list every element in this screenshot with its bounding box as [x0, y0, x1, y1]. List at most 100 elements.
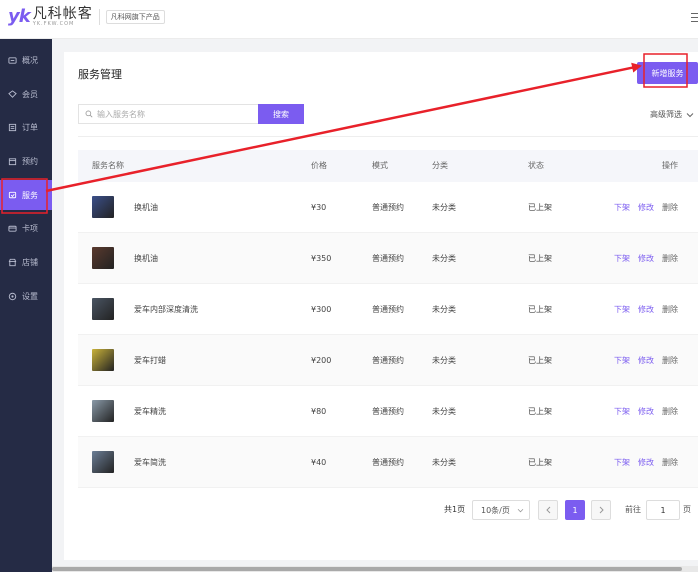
order-icon — [8, 123, 17, 132]
chevron-down-icon — [517, 508, 524, 512]
sidebar-item-cards[interactable]: 卡项 — [0, 213, 52, 243]
table-row: 爱车简洗 ¥40 普通预约 未分类 已上架 下架 修改 删除 — [78, 437, 698, 488]
divider — [78, 136, 698, 137]
service-thumbnail — [92, 247, 114, 269]
card-icon — [8, 224, 17, 233]
service-thumbnail — [92, 349, 114, 371]
delete-button[interactable]: 删除 — [662, 284, 678, 335]
price-cell: ¥300 — [311, 305, 332, 314]
table-row: 换机油 ¥30 普通预约 未分类 已上架 下架 修改 删除 — [78, 182, 698, 233]
category-cell: 未分类 — [432, 305, 456, 314]
unlist-button[interactable]: 下架 — [614, 386, 630, 437]
top-header: yk 凡科帐客 YK.FKW.COM 凡科网旗下产品 — [0, 0, 698, 39]
service-name-cell: 换机油 — [134, 254, 158, 263]
edit-button[interactable]: 修改 — [638, 284, 654, 335]
service-name-cell: 爱车精洗 — [134, 407, 166, 416]
sidebar-item-label: 卡项 — [22, 223, 38, 233]
advanced-filter-toggle[interactable]: 高级筛选 — [650, 109, 694, 120]
search-input[interactable] — [97, 109, 257, 119]
sidebar-item-settings[interactable]: 设置 — [0, 281, 52, 311]
dashboard-icon — [8, 56, 17, 65]
sidebar-item-orders[interactable]: 订单 — [0, 112, 52, 142]
hamburger-menu-icon[interactable] — [691, 13, 698, 25]
status-cell: 已上架 — [528, 458, 552, 467]
chevron-down-icon — [686, 112, 694, 117]
table-row: 爱车精洗 ¥80 普通预约 未分类 已上架 下架 修改 删除 — [78, 386, 698, 437]
sidebar-item-label: 概况 — [22, 55, 38, 65]
sidebar-item-members[interactable]: 会员 — [0, 79, 52, 109]
shop-icon — [8, 258, 17, 267]
unlist-button[interactable]: 下架 — [614, 437, 630, 488]
goto-label: 前往 — [625, 505, 641, 514]
price-cell: ¥80 — [311, 407, 327, 416]
table-row: 爱车内部深度清洗 ¥300 普通预约 未分类 已上架 下架 修改 删除 — [78, 284, 698, 335]
booking-icon — [8, 157, 17, 166]
status-cell: 已上架 — [528, 203, 552, 212]
delete-button[interactable]: 删除 — [662, 335, 678, 386]
price-cell: ¥200 — [311, 356, 332, 365]
search-button[interactable]: 搜索 — [258, 104, 304, 124]
sidebar-item-label: 预约 — [22, 156, 38, 166]
logo-mark: yk — [8, 6, 31, 27]
add-service-button[interactable]: 新增服务 — [637, 62, 698, 84]
prev-page-button[interactable] — [538, 500, 558, 520]
sidebar-item-services[interactable]: 服务 — [0, 180, 52, 210]
main-panel: 服务管理 新增服务 搜索 高级筛选 服务名称 价格 模式 分类 状态 操作 换机… — [64, 52, 698, 560]
product-tag: 凡科网旗下产品 — [105, 10, 165, 24]
service-thumbnail — [92, 451, 114, 473]
edit-button[interactable]: 修改 — [638, 386, 654, 437]
advanced-filter-label: 高级筛选 — [650, 110, 682, 119]
sidebar-item-label: 订单 — [22, 122, 38, 132]
service-name-cell: 爱车打蜡 — [134, 356, 166, 365]
pagination-total: 共1页 — [444, 505, 466, 514]
search-box — [78, 104, 258, 124]
delete-button[interactable]: 删除 — [662, 437, 678, 488]
category-cell: 未分类 — [432, 203, 456, 212]
table-row: 爱车打蜡 ¥200 普通预约 未分类 已上架 下架 修改 删除 — [78, 335, 698, 386]
sidebar-item-booking[interactable]: 预约 — [0, 146, 52, 176]
delete-button[interactable]: 删除 — [662, 386, 678, 437]
goto-page-input[interactable] — [646, 500, 680, 520]
status-cell: 已上架 — [528, 356, 552, 365]
service-thumbnail — [92, 196, 114, 218]
status-cell: 已上架 — [528, 305, 552, 314]
category-cell: 未分类 — [432, 407, 456, 416]
logo-text: 凡科帐客 YK.FKW.COM — [33, 7, 93, 28]
edit-button[interactable]: 修改 — [638, 182, 654, 233]
edit-button[interactable]: 修改 — [638, 233, 654, 284]
service-icon — [8, 191, 17, 200]
sidebar-item-label: 设置 — [22, 291, 38, 301]
chevron-left-icon — [545, 506, 550, 514]
unlist-button[interactable]: 下架 — [614, 335, 630, 386]
logo[interactable]: yk 凡科帐客 YK.FKW.COM 凡科网旗下产品 — [8, 7, 165, 31]
header-mode: 模式 — [372, 161, 388, 170]
unlist-button[interactable]: 下架 — [614, 233, 630, 284]
next-page-button[interactable] — [591, 500, 611, 520]
edit-button[interactable]: 修改 — [638, 437, 654, 488]
sidebar-item-overview[interactable]: 概况 — [0, 45, 52, 75]
page-suffix-label: 页 — [683, 505, 691, 514]
status-cell: 已上架 — [528, 407, 552, 416]
search-icon — [85, 110, 93, 118]
scrollbar-thumb[interactable] — [52, 567, 682, 571]
horizontal-scrollbar[interactable] — [52, 566, 698, 572]
mode-cell: 普通预约 — [372, 254, 404, 263]
page-number-current[interactable]: 1 — [565, 500, 585, 520]
header-status: 状态 — [528, 161, 544, 170]
delete-button[interactable]: 删除 — [662, 182, 678, 233]
sidebar-item-label: 服务 — [22, 190, 38, 200]
price-cell: ¥40 — [311, 458, 327, 467]
gear-icon — [8, 292, 17, 301]
header-category: 分类 — [432, 161, 448, 170]
table-header: 服务名称 价格 模式 分类 状态 操作 — [78, 150, 698, 182]
page-size-select[interactable]: 10条/页 — [472, 500, 530, 520]
mode-cell: 普通预约 — [372, 458, 404, 467]
unlist-button[interactable]: 下架 — [614, 182, 630, 233]
delete-button[interactable]: 删除 — [662, 233, 678, 284]
unlist-button[interactable]: 下架 — [614, 284, 630, 335]
status-cell: 已上架 — [528, 254, 552, 263]
edit-button[interactable]: 修改 — [638, 335, 654, 386]
sidebar-item-shop[interactable]: 店铺 — [0, 247, 52, 277]
service-thumbnail — [92, 298, 114, 320]
member-icon — [8, 89, 17, 99]
